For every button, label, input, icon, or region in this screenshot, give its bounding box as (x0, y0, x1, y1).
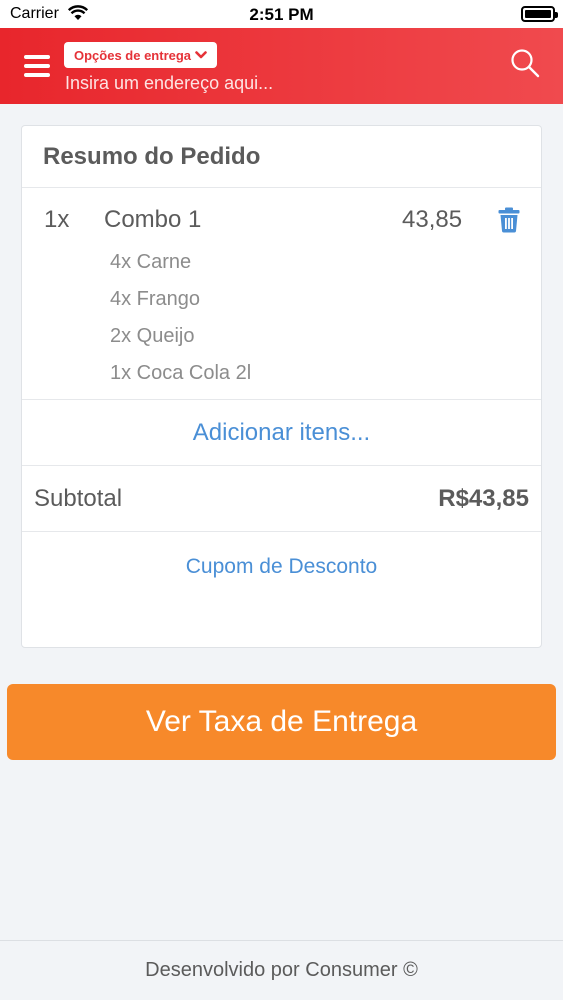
discount-coupon-link[interactable]: Cupom de Desconto (186, 555, 377, 579)
see-delivery-fee-button[interactable]: Ver Taxa de Entrega (7, 684, 556, 760)
subtotal-row: Subtotal R$43,85 (22, 466, 541, 532)
footer-credit: Desenvolvido por Consumer © (0, 940, 563, 1000)
add-items-link[interactable]: Adicionar itens... (193, 419, 370, 447)
clock: 2:51 PM (249, 5, 314, 24)
delivery-options-label: Opções de entrega (74, 47, 192, 63)
item-quantity: 1x (44, 206, 70, 233)
coupon-row: Cupom de Desconto (22, 532, 541, 602)
item-component: 4x Frango (110, 288, 201, 310)
item-component: 1x Coca Cola 2l (110, 362, 252, 384)
battery-icon (521, 6, 558, 22)
delivery-options-button[interactable]: Opções de entrega (64, 42, 218, 68)
add-items-row: Adicionar itens... (22, 400, 541, 466)
search-icon[interactable] (509, 47, 541, 79)
item-component: 4x Carne (110, 251, 192, 273)
trash-icon[interactable] (498, 207, 520, 233)
subtotal-value: R$43,85 (438, 485, 529, 512)
order-summary-title: Resumo do Pedido (22, 126, 541, 188)
item-name: Combo 1 (104, 206, 202, 233)
item-price: 43,85 (402, 206, 463, 233)
order-item: 1x Combo 1 43,85 4x Carne 4x Frango 2x Q… (22, 188, 541, 400)
menu-icon[interactable] (24, 55, 50, 77)
app-header: Opções de entrega Insira um endereço aqu… (0, 28, 563, 104)
chevron-down-icon (195, 51, 207, 59)
item-components: 4x Carne 4x Frango 2x Queijo 1x Coca Col… (110, 249, 251, 397)
status-bar: Carrier 2:51 PM (0, 0, 563, 28)
subtotal-label: Subtotal (34, 485, 123, 512)
item-component: 2x Queijo (110, 325, 195, 347)
order-summary-card: Resumo do Pedido 1x Combo 1 43,85 4x Car… (21, 125, 542, 648)
address-input[interactable]: Insira um endereço aqui... (65, 73, 273, 94)
